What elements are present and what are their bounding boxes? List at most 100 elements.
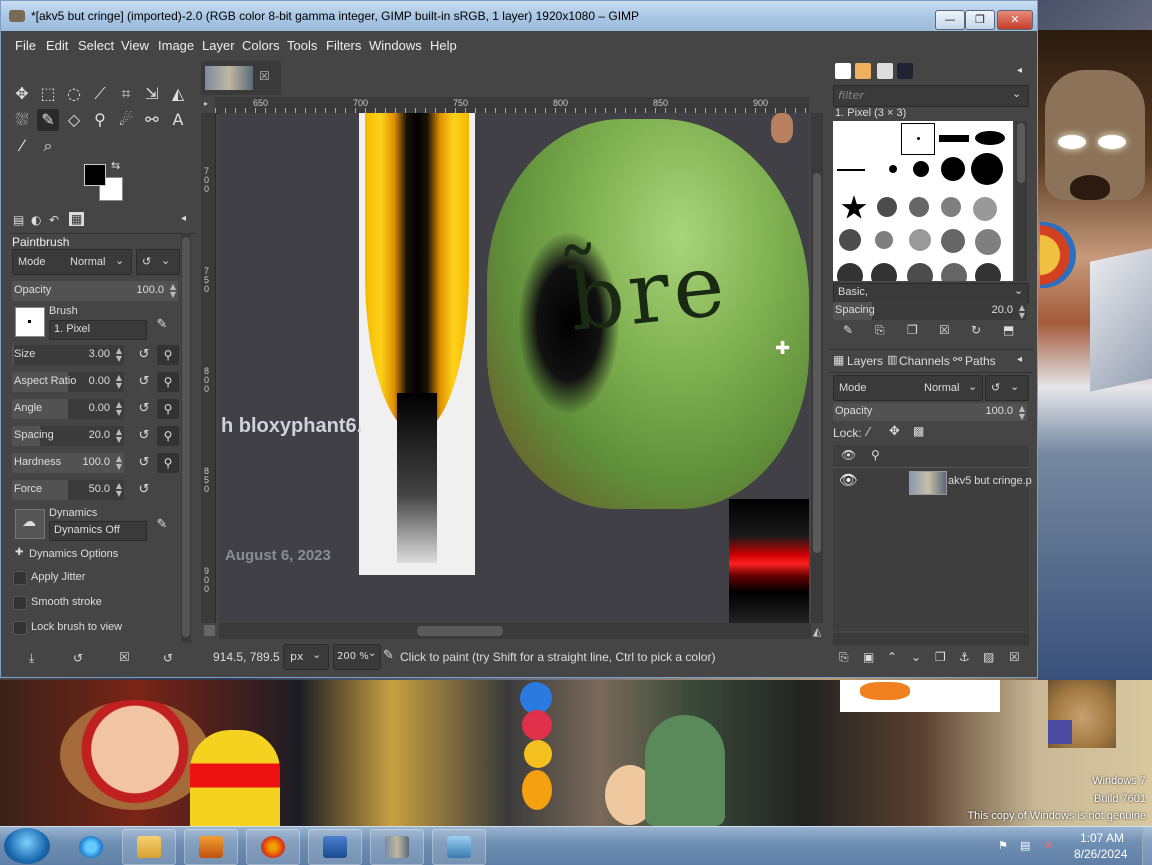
- brush-name-field[interactable]: 1. Pixel: [49, 320, 147, 340]
- aspect-ratio-slider[interactable]: Aspect Ratio 0.00 ▲ ▼: [12, 372, 124, 392]
- navigate-button[interactable]: [204, 625, 215, 636]
- menu-colors[interactable]: Colors: [242, 38, 280, 53]
- menu-layer[interactable]: Layer: [202, 38, 235, 53]
- spin-arrows-icon[interactable]: ▲ ▼: [116, 347, 122, 363]
- tab-paths[interactable]: Paths: [965, 354, 996, 368]
- brush-item[interactable]: [941, 263, 967, 281]
- layer-mode-dropdown[interactable]: Mode Normal ⌄: [833, 375, 983, 401]
- spacing-slider[interactable]: Spacing 20.0 ▲ ▼: [12, 426, 124, 446]
- refresh-brushes-icon[interactable]: ↻: [971, 323, 981, 337]
- swap-colors-icon[interactable]: ⇆: [111, 159, 120, 172]
- taskbar-image-viewer[interactable]: [432, 829, 486, 865]
- brush-item[interactable]: [837, 263, 863, 281]
- unit-dropdown[interactable]: px ⌄: [283, 644, 329, 670]
- brush-filter-field[interactable]: filter ⌄: [833, 85, 1029, 107]
- network-icon[interactable]: ▤: [1020, 839, 1034, 853]
- scrollbar-thumb[interactable]: [417, 626, 503, 636]
- brush-item[interactable]: [909, 197, 929, 217]
- brush-spacing-slider[interactable]: Spacing 20.0 ▲ ▼: [833, 302, 1027, 320]
- show-desktop-button[interactable]: [1142, 827, 1152, 865]
- brush-item[interactable]: [941, 197, 961, 217]
- brush-item[interactable]: [875, 231, 893, 249]
- reset-force-icon[interactable]: ↺: [133, 480, 155, 500]
- scrollbar-thumb[interactable]: [813, 173, 821, 553]
- brush-item[interactable]: [975, 229, 1001, 255]
- spin-arrows-icon[interactable]: ▲ ▼: [1019, 405, 1025, 421]
- lasso-tool-icon[interactable]: ◌: [63, 83, 85, 105]
- taskbar-app[interactable]: [308, 829, 362, 865]
- brush-item[interactable]: [871, 263, 897, 281]
- layer-list-hscrollbar[interactable]: [833, 633, 1029, 645]
- taskbar-explorer[interactable]: [122, 829, 176, 865]
- clone-tool-icon[interactable]: ⚲: [89, 109, 111, 131]
- angle-slider[interactable]: Angle 0.00 ▲ ▼: [12, 399, 124, 419]
- panel-menu-icon[interactable]: ◂: [1017, 354, 1022, 365]
- mode-dropdown[interactable]: Mode Normal ⌄: [12, 249, 132, 275]
- menu-image[interactable]: Image: [158, 38, 194, 53]
- mode-reset-dropdown[interactable]: ↺ ⌄: [136, 249, 180, 275]
- crop-tool-icon[interactable]: ⌗: [115, 83, 137, 105]
- new-layer-group-icon[interactable]: ▣: [863, 650, 874, 664]
- fonts-tab[interactable]: [877, 63, 893, 79]
- brush-item[interactable]: [837, 169, 865, 171]
- reset-size-icon[interactable]: ↺: [133, 345, 155, 365]
- menu-windows[interactable]: Windows: [369, 38, 422, 53]
- lock-position-icon[interactable]: ✥: [889, 424, 900, 439]
- fill-tool-icon[interactable]: ⛆: [11, 109, 33, 131]
- foreground-color-swatch[interactable]: [84, 164, 106, 186]
- layer-visibility-eye-icon[interactable]: 👁: [839, 471, 858, 489]
- new-layer-icon[interactable]: ⎘: [839, 650, 849, 665]
- open-brush-as-image-icon[interactable]: ⬒: [1003, 323, 1014, 337]
- brush-item[interactable]: [975, 263, 1001, 281]
- link-hardness-icon[interactable]: ⚲: [157, 453, 179, 473]
- delete-options-icon[interactable]: ☒: [119, 650, 130, 664]
- start-button[interactable]: [4, 828, 50, 864]
- layer-row[interactable]: 👁 akv5 but cringe.p: [833, 467, 1032, 497]
- force-slider[interactable]: Force 50.0 ▲ ▼: [12, 480, 124, 500]
- spin-arrows-icon[interactable]: ▲ ▼: [116, 455, 122, 471]
- spin-arrows-icon[interactable]: ▲ ▼: [116, 482, 122, 498]
- reset-hardness-icon[interactable]: ↺: [133, 453, 155, 473]
- close-button[interactable]: ✕: [997, 10, 1033, 30]
- tool-options-scrollbar[interactable]: [181, 233, 191, 643]
- panel-menu-icon[interactable]: ◂: [181, 213, 186, 224]
- device-status-tab-icon[interactable]: ◐: [31, 213, 41, 227]
- brush-item[interactable]: [889, 165, 897, 173]
- brush-item[interactable]: [841, 195, 867, 219]
- menu-file[interactable]: File: [15, 38, 36, 53]
- anchor-layer-icon[interactable]: ⚓: [959, 650, 970, 664]
- edit-brush-icon[interactable]: ✎: [151, 315, 173, 335]
- maximize-button[interactable]: ❐: [965, 10, 995, 30]
- images-tab-icon[interactable]: ▦: [69, 212, 85, 226]
- flag-icon[interactable]: ⚑: [998, 839, 1012, 853]
- patterns-tab[interactable]: [855, 63, 871, 79]
- delete-brush-icon[interactable]: ☒: [939, 323, 950, 337]
- tab-channels[interactable]: Channels: [899, 354, 950, 368]
- menu-edit[interactable]: Edit: [46, 38, 68, 53]
- duplicate-layer-icon[interactable]: ❐: [935, 650, 946, 664]
- reset-options-icon[interactable]: ↺: [163, 651, 173, 665]
- image-canvas[interactable]: h bloxyphant6. August 6, 2023 b̃re ✚: [219, 113, 809, 623]
- spin-arrows-icon[interactable]: ▲ ▼: [116, 401, 122, 417]
- brush-item[interactable]: [971, 153, 1003, 185]
- taskbar-ie[interactable]: [64, 829, 118, 865]
- hardness-slider[interactable]: Hardness 100.0 ▲ ▼: [12, 453, 124, 473]
- brush-item[interactable]: [839, 229, 861, 251]
- rect-select-tool-icon[interactable]: ⬚: [37, 83, 59, 105]
- tab-layers[interactable]: Layers: [847, 354, 883, 368]
- spin-arrows-icon[interactable]: ▲ ▼: [116, 374, 122, 390]
- bucket-tool-icon[interactable]: ◭: [167, 83, 189, 105]
- brush-item[interactable]: [907, 263, 933, 281]
- spin-arrows-icon[interactable]: ▲ ▼: [170, 283, 176, 299]
- layer-opacity-slider[interactable]: Opacity 100.0 ▲ ▼: [833, 403, 1027, 421]
- expand-plus-icon[interactable]: ✚: [15, 547, 23, 558]
- reset-aspect-icon[interactable]: ↺: [133, 372, 155, 392]
- canvas-vertical-scrollbar[interactable]: [811, 113, 823, 623]
- lock-brush-checkbox[interactable]: [13, 621, 27, 635]
- brushes-tab[interactable]: [835, 63, 851, 79]
- zoom-dropdown[interactable]: 200 % ⌄: [333, 644, 381, 670]
- brush-item[interactable]: [909, 229, 931, 251]
- size-slider[interactable]: Size 3.00 ▲ ▼: [12, 345, 124, 365]
- taskbar-media-player[interactable]: [184, 829, 238, 865]
- scrollbar-thumb[interactable]: [1017, 123, 1025, 183]
